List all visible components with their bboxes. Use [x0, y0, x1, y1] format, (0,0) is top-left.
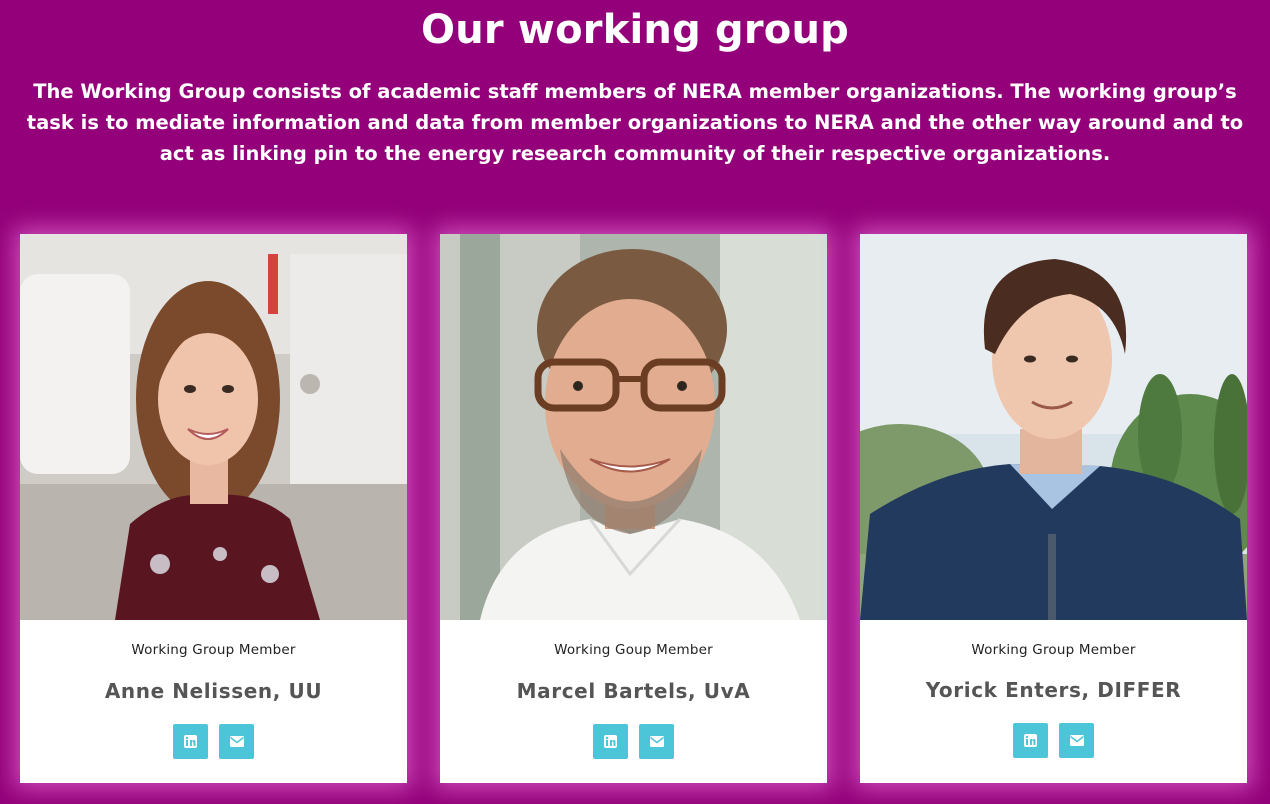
section-title: Our working group [421, 7, 849, 53]
envelope-icon [649, 736, 664, 747]
member-name: Marcel Bartels, UvA [516, 679, 751, 703]
email-button[interactable] [639, 724, 674, 759]
email-button[interactable] [219, 724, 254, 759]
member-photo [860, 234, 1247, 620]
member-role: Working Group Member [971, 642, 1136, 658]
section-intro: The Working Group consists of academic s… [26, 80, 1244, 165]
member-photo [440, 234, 827, 620]
linkedin-button[interactable] [593, 724, 628, 759]
member-card: Working Goup Member Marcel Bartels, UvA [440, 234, 827, 783]
social-links [860, 723, 1247, 758]
linkedin-icon [604, 735, 617, 748]
linkedin-button[interactable] [1013, 723, 1048, 758]
member-photo [20, 234, 407, 620]
email-button[interactable] [1059, 723, 1094, 758]
envelope-icon [229, 736, 244, 747]
member-name: Yorick Enters, DIFFER [925, 678, 1182, 702]
envelope-icon [1069, 735, 1084, 746]
member-name: Anne Nelissen, UU [104, 679, 323, 703]
member-role: Working Goup Member [554, 642, 713, 658]
linkedin-icon [184, 735, 197, 748]
social-links [440, 724, 827, 759]
linkedin-icon [1024, 734, 1037, 747]
linkedin-button[interactable] [173, 724, 208, 759]
member-card: Working Group Member Yorick Enters, DIFF… [860, 234, 1247, 783]
social-links [20, 724, 407, 759]
member-role: Working Group Member [131, 642, 296, 658]
member-card: Working Group Member Anne Nelissen, UU [20, 234, 407, 783]
